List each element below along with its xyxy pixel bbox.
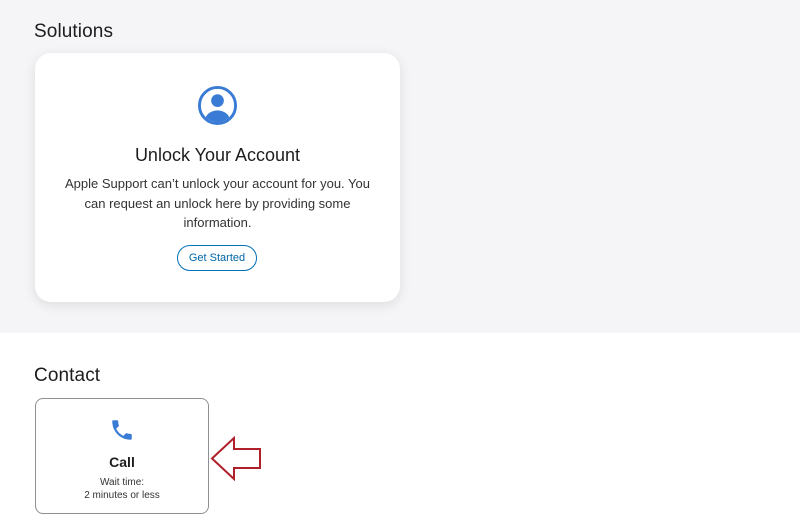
unlock-account-card: Unlock Your Account Apple Support can’t …: [35, 53, 400, 302]
phone-icon: [112, 420, 132, 440]
solutions-section: Solutions Unlock Your Account Apple Supp…: [0, 0, 800, 333]
solutions-heading: Solutions: [34, 21, 114, 42]
card-title: Unlock Your Account: [134, 145, 301, 165]
call-title: Call: [109, 454, 135, 470]
get-started-button[interactable]: Get Started: [177, 245, 257, 271]
contact-heading: Contact: [34, 365, 101, 386]
wait-time-label: Wait time:: [99, 477, 145, 488]
card-description: Apple Support can’t unlock your account …: [65, 176, 370, 230]
wait-time-value: 2 minutes or less: [84, 490, 160, 501]
annotation-arrow-icon: [210, 436, 261, 481]
contact-section: Contact Call Wait time: 2 minutes or les…: [0, 333, 800, 530]
account-circle-icon: [197, 85, 238, 126]
call-option-card[interactable]: Call Wait time: 2 minutes or less: [35, 398, 209, 514]
